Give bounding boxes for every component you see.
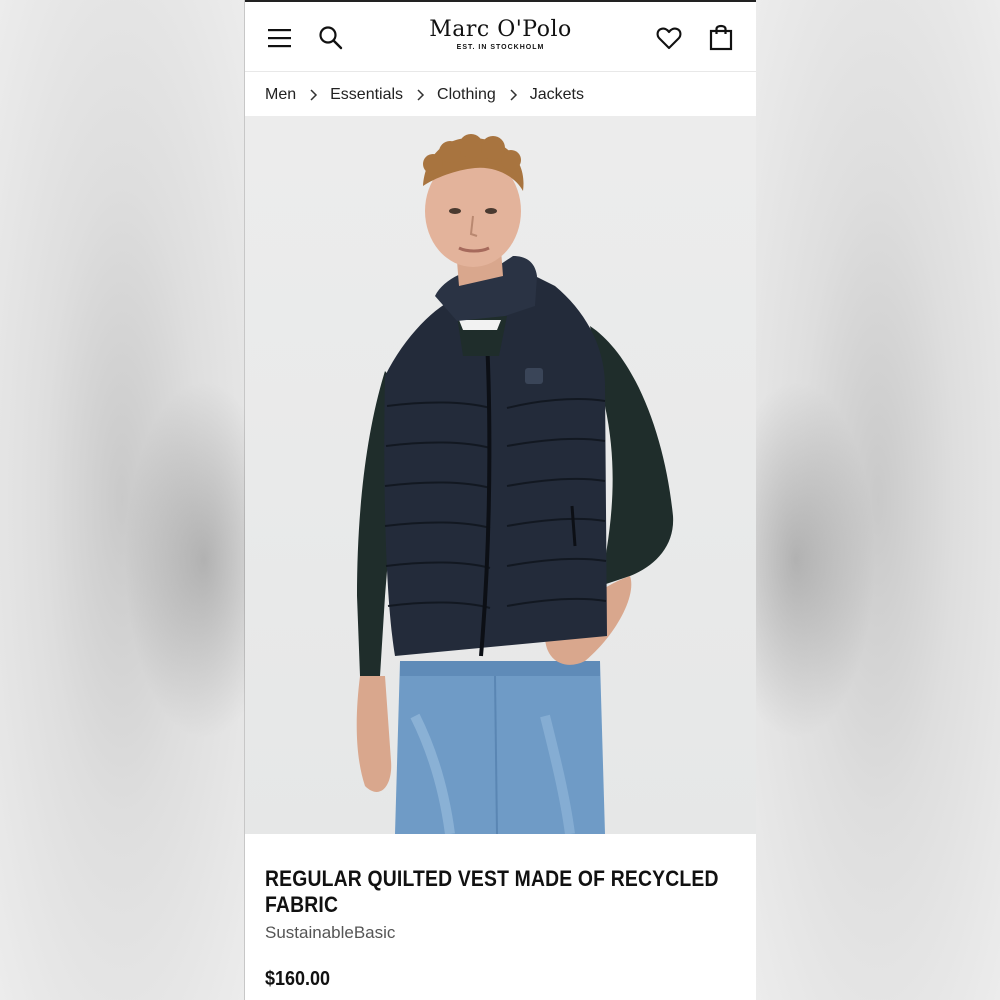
chevron-right-icon bbox=[310, 89, 318, 101]
brand-tagline: EST. IN STOCKHOLM bbox=[456, 44, 545, 51]
breadcrumb: Men Essentials Clothing Jackets bbox=[265, 84, 584, 106]
blurred-backdrop-left bbox=[0, 0, 284, 1000]
brand-logo[interactable]: Marc O'Polo EST. IN STOCKHOLM bbox=[395, 17, 606, 52]
product-line: SustainableBasic bbox=[265, 923, 396, 942]
product-photo-model-in-vest bbox=[356, 134, 674, 834]
breadcrumb-jackets[interactable]: Jackets bbox=[530, 86, 584, 104]
search-icon[interactable] bbox=[317, 24, 345, 52]
hamburger-menu-icon[interactable] bbox=[267, 26, 293, 50]
mobile-product-page: Marc O'Polo EST. IN STOCKHOLM Men Essent… bbox=[245, 0, 756, 1000]
brand-name: Marc O'Polo bbox=[429, 17, 572, 42]
chevron-right-icon bbox=[417, 89, 425, 101]
product-image-gallery[interactable] bbox=[245, 116, 756, 834]
product-price: $160.00 bbox=[265, 968, 331, 990]
breadcrumb-essentials[interactable]: Essentials bbox=[330, 86, 403, 104]
blurred-backdrop-right bbox=[716, 0, 1000, 1000]
breadcrumb-clothing[interactable]: Clothing bbox=[437, 86, 496, 104]
shopping-bag-icon[interactable] bbox=[707, 22, 735, 52]
top-header: Marc O'Polo EST. IN STOCKHOLM bbox=[245, 0, 756, 72]
product-title: REGULAR QUILTED VEST MADE OF RECYCLED FA… bbox=[265, 866, 719, 917]
breadcrumb-men[interactable]: Men bbox=[265, 86, 296, 104]
wishlist-heart-icon[interactable] bbox=[655, 24, 683, 52]
chevron-right-icon bbox=[510, 89, 517, 101]
